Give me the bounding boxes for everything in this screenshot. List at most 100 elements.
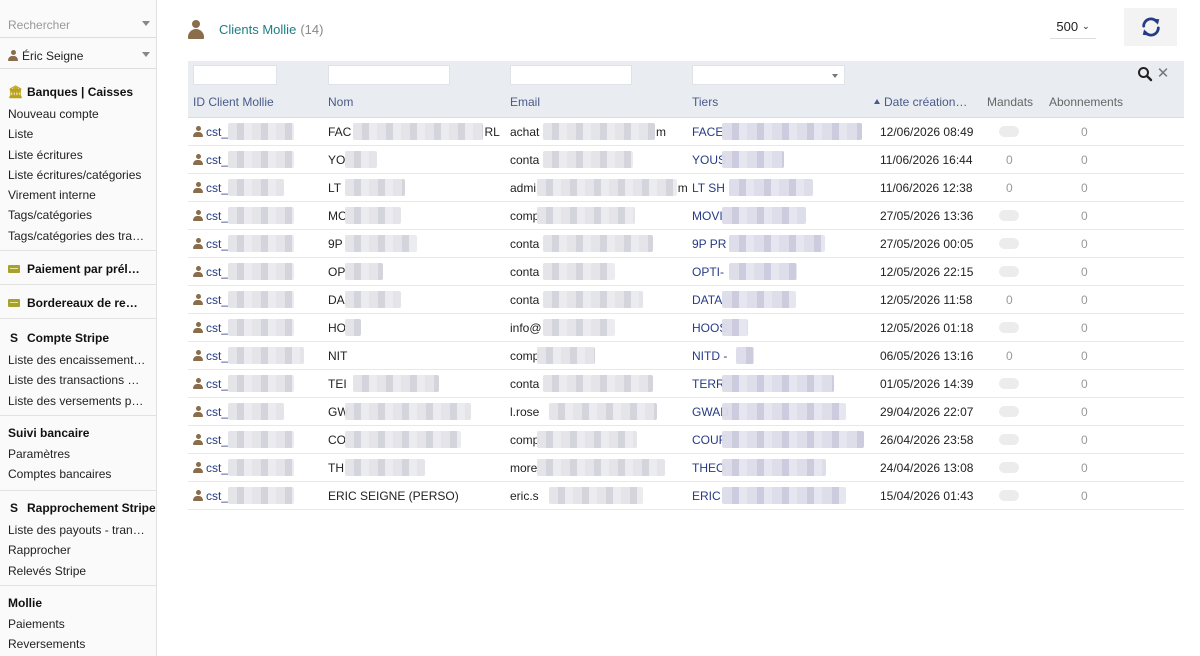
column-header-date[interactable]: Date création Mollie xyxy=(874,95,970,109)
mandats-toggle[interactable] xyxy=(999,406,1019,417)
mandats-toggle[interactable] xyxy=(999,462,1019,473)
mandats-toggle[interactable] xyxy=(999,490,1019,501)
mandats-toggle[interactable] xyxy=(999,238,1019,249)
sidebar-item-liste[interactable]: Liste xyxy=(0,124,156,144)
column-header-nom[interactable]: Nom xyxy=(328,95,498,109)
client-name: NIT xyxy=(328,349,348,363)
column-header-email[interactable]: Email xyxy=(510,95,680,109)
mandats-toggle[interactable] xyxy=(999,266,1019,277)
table-row[interactable]: cst_ DA conta DATA 12/05/2026 11:58 0 0 xyxy=(188,286,1184,314)
sidebar-item-transactions-stripe[interactable]: Liste des transactions Stripe xyxy=(0,370,156,390)
sidebar-item-versements-stripe[interactable]: Liste des versements par Stripe xyxy=(0,391,156,411)
tiers-link[interactable]: OPTI- xyxy=(692,265,724,279)
filter-nom-input[interactable] xyxy=(328,65,450,85)
client-id-link[interactable]: cst_ xyxy=(193,405,228,419)
sidebar-item-parametres[interactable]: Paramètres xyxy=(0,444,156,464)
tiers-link[interactable]: COUF xyxy=(692,433,726,447)
client-id-link[interactable]: cst_ xyxy=(193,489,228,503)
refresh-button[interactable] xyxy=(1124,8,1177,46)
tiers-link[interactable]: DATA xyxy=(692,293,722,307)
tiers-link[interactable]: LT SH xyxy=(692,181,725,195)
tiers-link[interactable]: THEO xyxy=(692,461,725,475)
search-icon[interactable] xyxy=(1137,66,1153,82)
divider xyxy=(0,284,156,285)
tiers-link[interactable]: YOUS xyxy=(692,153,726,167)
clear-filter-icon[interactable]: ✕ xyxy=(1156,66,1170,82)
filter-id-input[interactable] xyxy=(193,65,277,85)
tiers-link[interactable]: NITD - xyxy=(692,349,727,363)
redacted-block xyxy=(722,291,796,308)
mandats-toggle[interactable] xyxy=(999,126,1019,137)
tiers-link[interactable]: TERR xyxy=(692,377,725,391)
sidebar-item-liste-ecritures[interactable]: Liste écritures xyxy=(0,145,156,165)
section-header-prelevement[interactable]: Paiement par prélèvement xyxy=(0,259,156,279)
mandats-toggle[interactable] xyxy=(999,210,1019,221)
table-row[interactable]: cst_ ERIC SEIGNE (PERSO) eric.s ERIC 15/04/2… xyxy=(188,482,1184,510)
redacted-block xyxy=(736,347,754,364)
sidebar-item-tags-categories[interactable]: Tags/catégories xyxy=(0,205,156,225)
section-header-stripe[interactable]: S Compte Stripe xyxy=(0,328,156,348)
client-id-link[interactable]: cst_ xyxy=(193,377,228,391)
column-header-id[interactable]: ID Client Mollie xyxy=(193,95,318,109)
mandats-toggle[interactable] xyxy=(999,378,1019,389)
tiers-link[interactable]: FACE xyxy=(692,125,723,139)
table-row[interactable]: cst_ NIT comp NITD - 06/05/2026 13:16 0 0 xyxy=(188,342,1184,370)
user-selector[interactable]: Éric Seigne xyxy=(0,43,156,69)
client-id-link[interactable]: cst_ xyxy=(193,349,228,363)
tiers-link[interactable]: ERIC xyxy=(692,489,721,503)
section-header-banques[interactable]: 🏛︎ Banques | Caisses xyxy=(0,82,156,102)
mandats-toggle[interactable] xyxy=(999,322,1019,333)
section-header-suivi[interactable]: Suivi bancaire xyxy=(0,423,156,443)
client-id-link[interactable]: cst_ xyxy=(193,461,228,475)
table-row[interactable]: cst_ MC comp MOVI 27/05/2026 13:36 0 xyxy=(188,202,1184,230)
table-row[interactable]: cst_ OP conta OPTI- 12/05/2026 22:15 0 xyxy=(188,258,1184,286)
per-page-select[interactable]: 500 ⌄ xyxy=(1050,14,1096,39)
filter-tiers-select[interactable] xyxy=(692,65,845,85)
client-id-link[interactable]: cst_ xyxy=(193,153,228,167)
redacted-block xyxy=(228,179,284,196)
table-row[interactable]: cst_ HO info@ HOOS 12/05/2026 01:18 0 xyxy=(188,314,1184,342)
mandats-toggle[interactable] xyxy=(999,434,1019,445)
sidebar-item-liste-ecritures-categories[interactable]: Liste écritures/catégories xyxy=(0,165,156,185)
sidebar-item-payouts[interactable]: Liste des payouts - transferts xyxy=(0,520,156,540)
redacted-block xyxy=(345,207,401,224)
client-id-link[interactable]: cst_ xyxy=(193,433,228,447)
client-id-link[interactable]: cst_ xyxy=(193,293,228,307)
client-id-link[interactable]: cst_ xyxy=(193,237,228,251)
sidebar-item-comptes-bancaires[interactable]: Comptes bancaires xyxy=(0,464,156,484)
sidebar-item-rapprocher[interactable]: Rapprocher xyxy=(0,540,156,560)
column-header-tiers[interactable]: Tiers xyxy=(692,95,862,109)
table-row[interactable]: cst_ FAC RL achat m FACE 12/06/2026 08:49 0 xyxy=(188,118,1184,146)
table-row[interactable]: cst_ CO comp COUF 26/04/2026 23:58 0 xyxy=(188,426,1184,454)
table-row[interactable]: cst_ YO conta YOUS 11/06/2026 16:44 0 0 xyxy=(188,146,1184,174)
section-header-rapprochement[interactable]: S Rapprochement Stripe xyxy=(0,498,156,518)
sidebar-search-input[interactable]: Rechercher xyxy=(0,12,156,38)
sidebar-item-releves-stripe[interactable]: Relevés Stripe xyxy=(0,561,156,581)
client-id-link[interactable]: cst_ xyxy=(193,265,228,279)
table-row[interactable]: cst_ GW l.rose GWAD 29/04/2026 22:07 0 xyxy=(188,398,1184,426)
section-header-bordereaux[interactable]: Bordereaux de remise xyxy=(0,293,156,313)
table-row[interactable]: cst_ LT admi m LT SH 11/06/2026 12:38 0 0 xyxy=(188,174,1184,202)
filter-email-input[interactable] xyxy=(510,65,632,85)
table-row[interactable]: cst_ 9P conta 9P PR 27/05/2026 00:05 0 xyxy=(188,230,1184,258)
user-icon xyxy=(193,294,203,305)
client-id-link[interactable]: cst_ xyxy=(193,209,228,223)
table-row[interactable]: cst_ TH more THEO 24/04/2026 13:08 0 xyxy=(188,454,1184,482)
sidebar-item-reversements[interactable]: Reversements xyxy=(0,634,156,654)
tiers-link[interactable]: MOVI xyxy=(692,209,723,223)
redacted-block xyxy=(345,179,405,196)
client-id-link[interactable]: cst_ xyxy=(193,321,228,335)
sidebar-item-nouveau-compte[interactable]: Nouveau compte xyxy=(0,104,156,124)
client-id-link[interactable]: cst_ xyxy=(193,181,228,195)
column-header-mandats[interactable]: Mandats xyxy=(987,95,1033,109)
sidebar-item-virement-interne[interactable]: Virement interne xyxy=(0,185,156,205)
column-header-abonnements[interactable]: Abonnements xyxy=(1049,95,1123,109)
table-row[interactable]: cst_ TEI conta TERR 01/05/2026 14:39 0 xyxy=(188,370,1184,398)
sidebar-item-paiements[interactable]: Paiements xyxy=(0,614,156,634)
tiers-link[interactable]: 9P PR xyxy=(692,237,726,251)
client-id-link[interactable]: cst_ xyxy=(193,125,228,139)
sidebar-item-encaissements-stripe[interactable]: Liste des encaissements Stripe xyxy=(0,350,156,370)
sidebar-item-tags-categories-transactions[interactable]: Tags/catégories des transactions xyxy=(0,226,156,246)
client-name: TH xyxy=(328,461,344,475)
section-header-mollie[interactable]: Mollie xyxy=(0,593,156,613)
